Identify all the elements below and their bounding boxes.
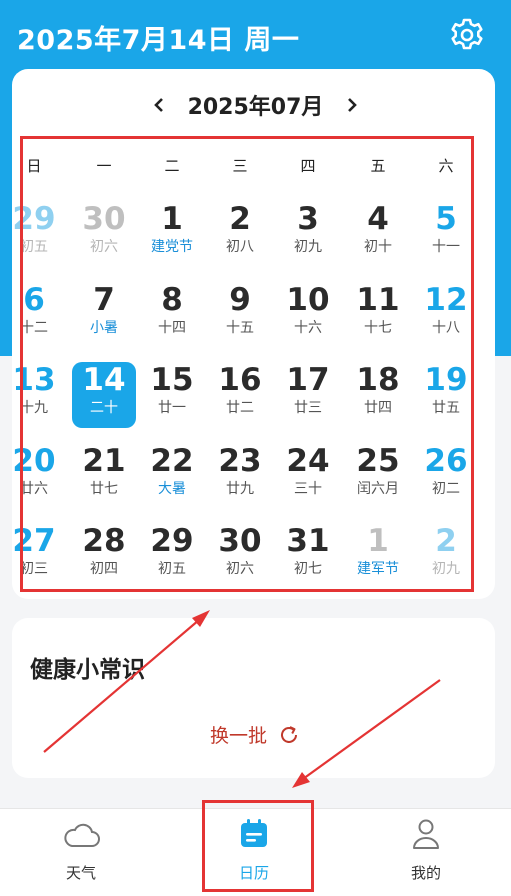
refresh-label: 换一批 [209,725,267,747]
calendar-highlight-box [20,136,474,592]
refresh-icon [281,725,297,743]
tab-weather-label: 天气 [65,864,96,882]
health-tips-card [12,618,495,778]
person-icon [413,819,439,849]
refresh-tips-button[interactable]: 换一批 [0,721,511,748]
tab-profile[interactable]: 我的 [376,816,476,883]
calendar-tab-highlight-box [202,800,314,892]
tab-profile-label: 我的 [410,864,441,882]
health-tips-title: 健康小常识 [30,657,145,683]
cloud-icon [64,823,100,847]
tab-weather[interactable]: 天气 [31,816,131,883]
